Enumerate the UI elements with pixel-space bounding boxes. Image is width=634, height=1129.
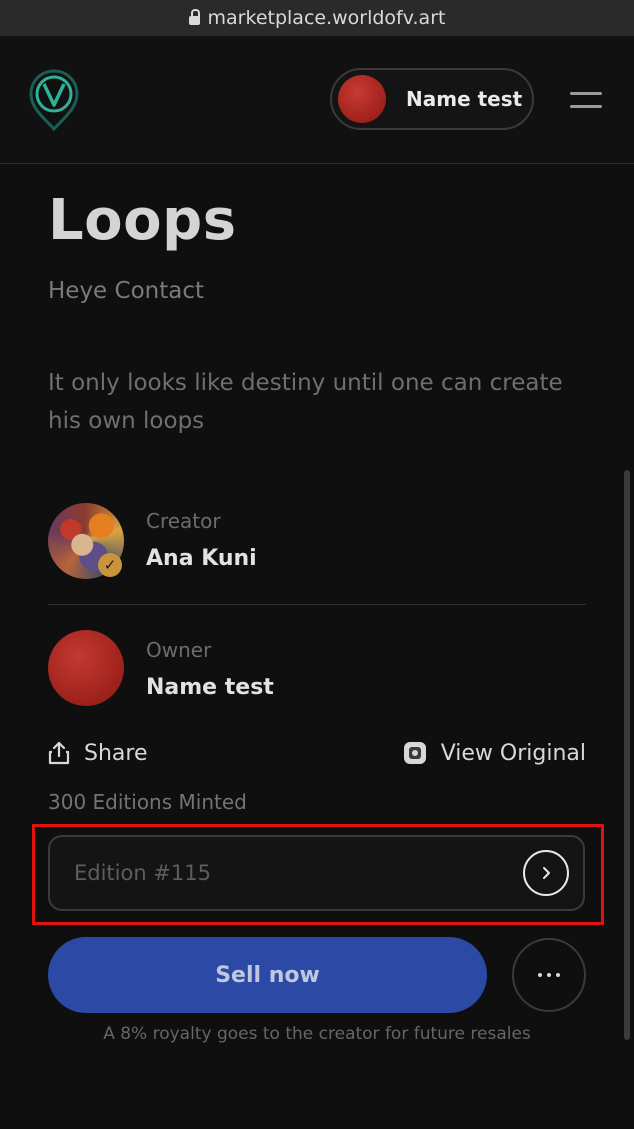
chevron-right-icon[interactable] [523, 850, 569, 896]
share-icon [48, 741, 70, 765]
view-original-button[interactable]: View Original [403, 737, 586, 769]
owner-label: Owner [146, 638, 212, 662]
collection-name[interactable]: Heye Contact [48, 278, 204, 304]
view-original-label: View Original [440, 740, 586, 766]
page-title: Loops [48, 188, 237, 253]
artwork-description: It only looks like destiny until one can… [48, 370, 563, 434]
browser-url-bar[interactable]: marketplace.worldofv.art [0, 0, 634, 36]
share-label: Share [84, 740, 148, 766]
avatar [338, 75, 386, 123]
royalty-note: A 8% royalty goes to the creator for fut… [103, 1024, 531, 1044]
edition-input[interactable] [72, 860, 496, 886]
owner-name[interactable]: Name test [146, 675, 274, 700]
image-icon [403, 742, 426, 764]
profile-name: Name test [406, 87, 523, 111]
profile-button[interactable]: Name test [330, 68, 534, 130]
creator-name[interactable]: Ana Kuni [146, 546, 257, 571]
verified-badge-icon: ✓ [98, 553, 122, 577]
url-text: marketplace.worldofv.art [207, 7, 446, 29]
edition-selector[interactable] [48, 835, 585, 911]
more-options-icon[interactable] [512, 938, 586, 1012]
hamburger-menu-icon[interactable] [570, 92, 602, 110]
sell-now-button[interactable]: Sell now [48, 937, 487, 1013]
scrollbar[interactable] [624, 470, 630, 1040]
site-header: Name test [0, 36, 634, 164]
creator-label: Creator [146, 509, 221, 533]
owner-avatar[interactable] [48, 630, 124, 706]
logo-icon[interactable] [28, 68, 80, 132]
lock-icon [188, 8, 200, 25]
editions-minted: 300 Editions Minted [48, 790, 247, 814]
share-button[interactable]: Share [48, 737, 148, 769]
divider [48, 604, 586, 605]
